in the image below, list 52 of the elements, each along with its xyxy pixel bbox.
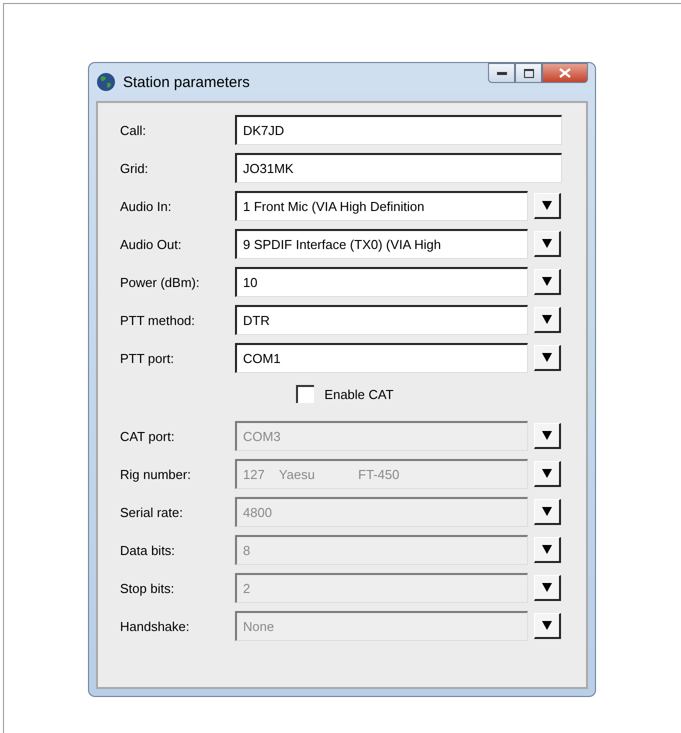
dropdown-button[interactable] [534,231,561,257]
minimize-icon [496,71,506,75]
dropdown-arrow-icon [542,621,552,630]
close-icon [559,68,571,78]
dropdown-arrow-icon [542,201,552,210]
dropdown-button[interactable] [534,423,561,449]
dropdown-field[interactable]: 10 [235,267,528,297]
input-field[interactable]: JO31MK [235,153,562,183]
field-label: Audio In: [120,198,172,214]
dropdown-arrow-icon [542,507,552,516]
dropdown-button[interactable] [534,345,561,371]
field-label: Audio Out: [120,236,182,252]
dropdown-field[interactable]: COM1 [235,343,528,373]
dropdown-button[interactable] [534,461,561,487]
dropdown-arrow-icon [542,315,552,324]
field-label: Serial rate: [120,504,184,520]
dropdown-field[interactable]: 1 Front Mic (VIA High Definition [235,191,528,221]
dropdown-button[interactable] [534,537,561,563]
maximize-icon [524,68,534,78]
dropdown-arrow-icon [542,277,552,286]
dropdown-arrow-icon [542,583,552,592]
window-title: Station parameters [123,74,250,90]
field-label: PTT method: [120,312,196,328]
globe-icon [96,72,116,92]
dropdown-field[interactable]: DTR [235,305,528,335]
dropdown-arrow-icon [542,469,552,478]
dropdown-button[interactable] [534,307,561,333]
dropdown-arrow-icon [542,431,552,440]
minimize-button[interactable] [488,63,515,83]
input-field[interactable]: DK7JD [235,115,562,145]
dropdown-arrow-icon [542,353,552,362]
dropdown-button[interactable] [534,613,561,639]
field-label: PTT port: [120,350,175,366]
field-label: Data bits: [120,542,176,558]
close-button[interactable] [542,63,588,83]
maximize-button[interactable] [515,63,542,83]
field-label: CAT port: [120,428,176,444]
dropdown-button[interactable] [534,269,561,295]
dropdown-button[interactable] [534,575,561,601]
dropdown-arrow-icon [542,545,552,554]
enable-cat-checkbox[interactable]: Enable CAT [296,385,394,403]
checkbox[interactable] [296,385,314,403]
field-label: Grid: [120,160,150,176]
field-label: Call: [120,122,148,138]
field-label: Stop bits: [120,580,176,596]
dropdown-arrow-icon [542,239,552,248]
dropdown-field[interactable]: 9 SPDIF Interface (TX0) (VIA High [235,229,528,259]
field-label: Rig number: [120,466,192,482]
field-label: Power (dBm): [120,274,200,290]
field-label: Handshake: [120,618,190,634]
dropdown-button[interactable] [534,499,561,525]
dropdown-button[interactable] [534,193,561,219]
